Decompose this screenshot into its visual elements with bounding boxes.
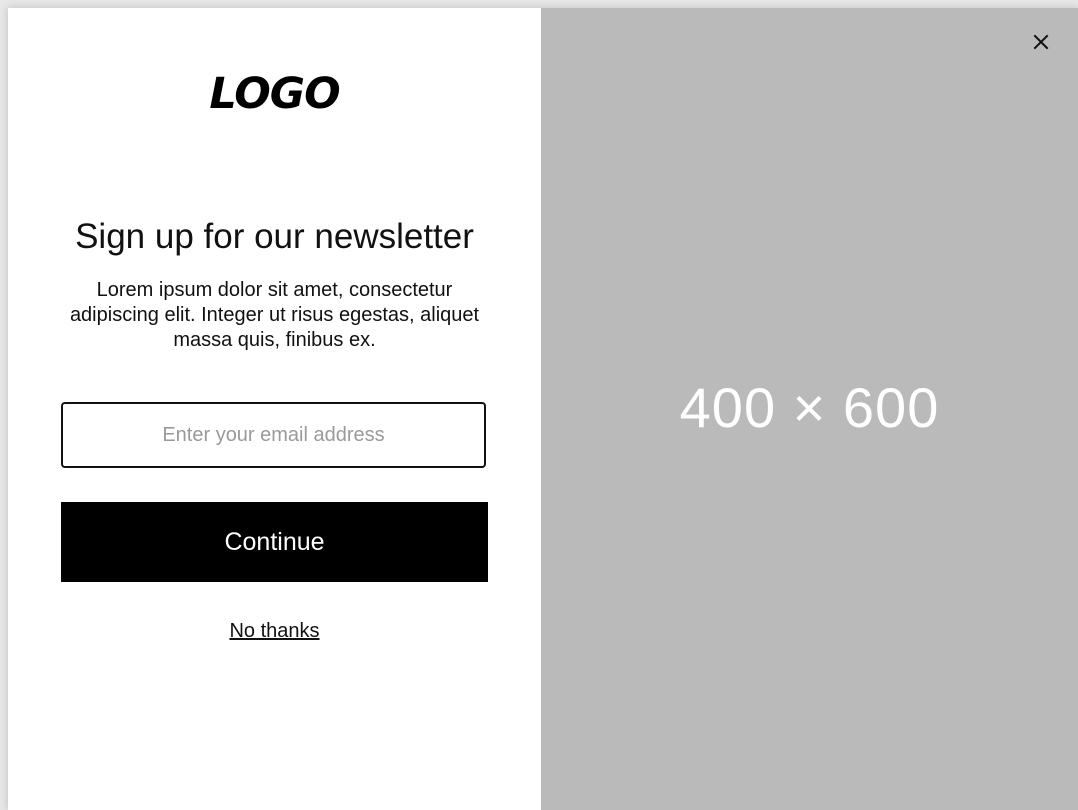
continue-button-label: Continue	[224, 527, 325, 556]
newsletter-modal: LOGO Sign up for our newsletter Lorem ip…	[8, 8, 1078, 810]
logo: LOGO	[209, 69, 340, 119]
image-placeholder-label: 400 × 600	[679, 376, 940, 439]
newsletter-signup-panel: LOGO Sign up for our newsletter Lorem ip…	[8, 8, 541, 810]
close-button[interactable]	[1030, 31, 1052, 53]
no-thanks-link[interactable]: No thanks	[8, 620, 541, 643]
image-placeholder-panel: 400 × 600	[541, 8, 1078, 810]
close-icon	[1033, 34, 1049, 50]
continue-button[interactable]: Continue	[61, 502, 488, 582]
newsletter-description: Lorem ipsum dolor sit amet, consectetur …	[69, 279, 480, 351]
email-input[interactable]	[61, 402, 486, 468]
newsletter-title: Sign up for our newsletter	[75, 217, 474, 256]
